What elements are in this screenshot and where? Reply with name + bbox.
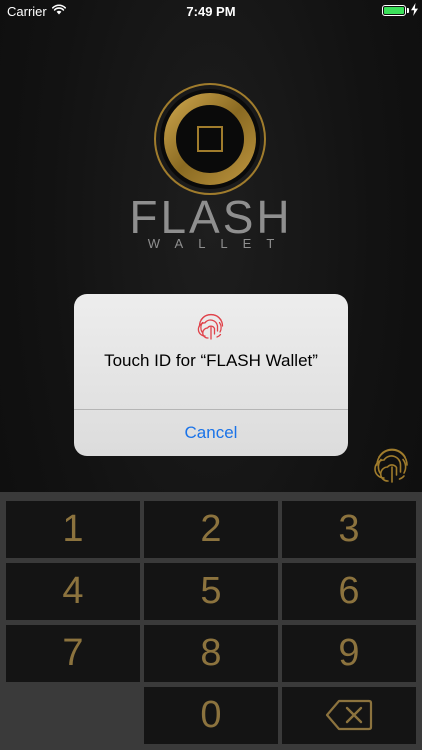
key-1[interactable]: 1 [6,501,140,558]
status-time: 7:49 PM [186,4,236,19]
key-3[interactable]: 3 [282,501,416,558]
touch-id-alert: Touch ID for “FLASH Wallet” Cancel [74,294,348,456]
keypad: 1 2 3 4 5 6 7 8 9 0 [0,492,422,750]
key-9[interactable]: 9 [282,625,416,682]
key-empty [6,687,140,744]
key-0[interactable]: 0 [144,687,278,744]
status-bar: Carrier 7:49 PM [0,0,422,22]
backspace-icon [325,699,373,731]
cancel-button[interactable]: Cancel [74,410,348,456]
charging-icon [411,3,418,16]
brand-name: FLASH [129,191,293,243]
fingerprint-icon [197,313,224,340]
flash-logo-icon [154,83,266,195]
brand-subtitle: WALLET [147,236,290,251]
key-6[interactable]: 6 [282,563,416,620]
key-5[interactable]: 5 [144,563,278,620]
fingerprint-icon[interactable] [372,445,412,485]
battery-icon [382,5,406,16]
key-7[interactable]: 7 [6,625,140,682]
alert-title: Touch ID for “FLASH Wallet” [104,351,318,370]
key-4[interactable]: 4 [6,563,140,620]
backspace-key[interactable] [282,687,416,744]
key-8[interactable]: 8 [144,625,278,682]
key-2[interactable]: 2 [144,501,278,558]
passcode-screen: Carrier 7:49 PM FLASH WALLET Touch ID fo… [0,0,422,750]
